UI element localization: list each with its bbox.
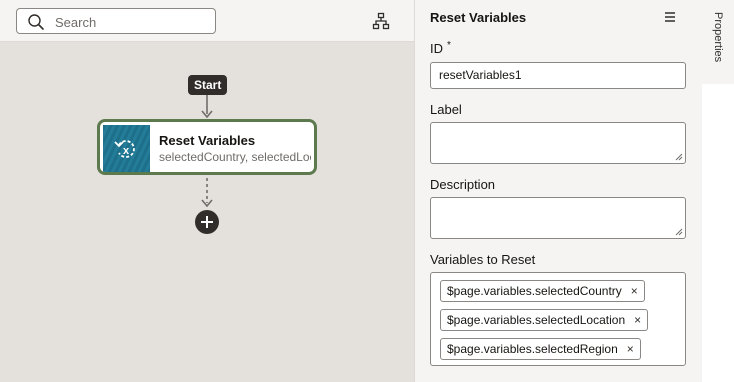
id-field[interactable]: resetVariables1 [430,62,686,89]
id-label-text: ID [430,41,443,56]
chip-text: $page.variables.selectedCountry [447,284,622,298]
designer-canvas[interactable]: Search Start x Reset Variables selectedC… [0,0,414,382]
variable-chip: $page.variables.selectedRegion × [440,338,641,360]
remove-chip-button[interactable]: × [631,281,638,301]
add-action-button[interactable] [195,210,219,234]
variables-label: Variables to Reset [430,252,536,267]
properties-panel: Reset Variables ID * resetVariables1 Labe… [414,0,702,382]
tab-properties-label: Properties [712,12,724,63]
variable-chip: $page.variables.selectedLocation × [440,309,649,331]
chip-text: $page.variables.selectedRegion [447,342,618,356]
tab-properties[interactable]: Properties [702,0,734,84]
svg-text:x: x [123,145,130,157]
action-subtitle: selectedCountry, selectedLocation, selec… [159,150,311,164]
description-label: Description [430,177,496,192]
flow-connectors [201,95,213,208]
variables-to-reset-field[interactable]: $page.variables.selectedCountry × $page.… [430,272,686,366]
plus-icon [201,216,213,228]
resize-grip-icon[interactable] [675,153,683,161]
chip-text: $page.variables.selectedLocation [447,313,626,327]
label-label: Label [430,102,462,117]
reset-variables-action-node[interactable]: x Reset Variables selectedCountry, selec… [97,119,317,175]
remove-chip-button[interactable]: × [627,339,634,359]
reset-variable-icon: x [114,140,135,158]
action-title: Reset Variables [159,133,256,148]
start-node[interactable]: Start [188,75,228,95]
resize-grip-icon[interactable] [675,228,683,236]
required-marker: * [447,40,451,51]
label-field[interactable] [430,122,686,164]
variable-chip: $page.variables.selectedCountry × [440,280,645,302]
action-tile: x [103,125,150,172]
hamburger-menu-icon[interactable] [663,10,677,24]
side-rail: Properties [702,0,734,382]
id-label: ID * [430,40,451,56]
panel-title: Reset Variables [430,10,527,25]
description-field[interactable] [430,197,686,239]
remove-chip-button[interactable]: × [634,310,641,330]
